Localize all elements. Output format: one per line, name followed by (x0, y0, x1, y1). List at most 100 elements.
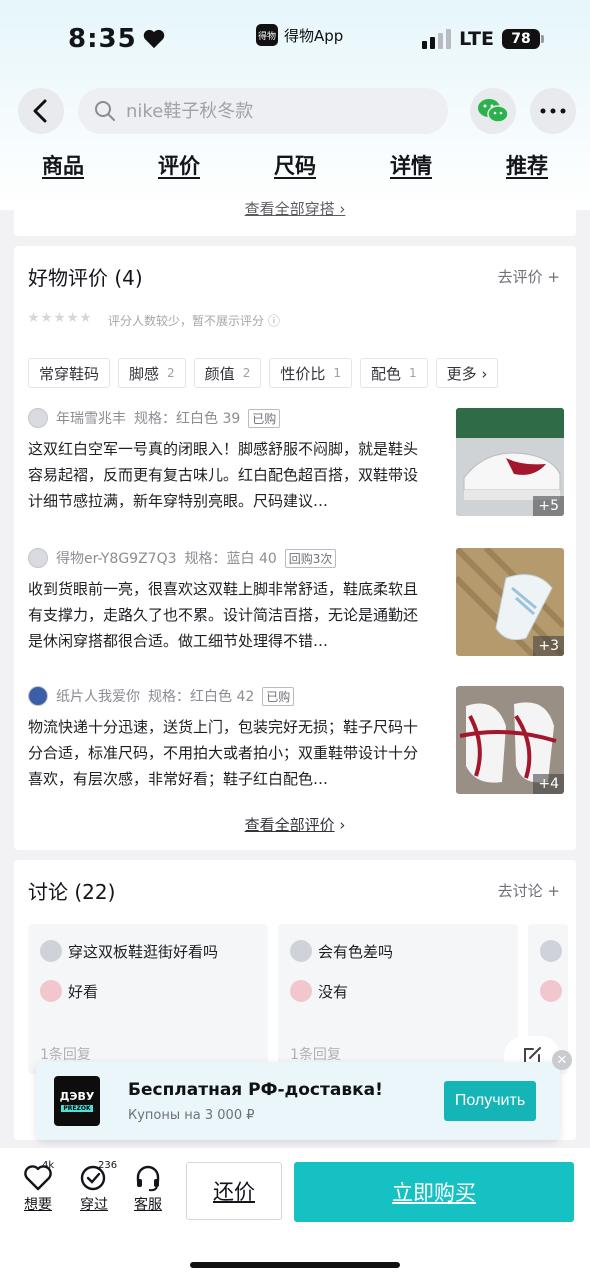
review-header: 纸片人我爱你 规格：红白色 42 已购 (28, 686, 295, 706)
avatar (28, 686, 48, 706)
back-button[interactable] (18, 88, 64, 134)
chip-label: 配色 (370, 364, 401, 383)
chip-more[interactable]: 更多 › (435, 358, 499, 388)
banner-close-button[interactable]: ✕ (552, 1050, 572, 1070)
avatar (40, 980, 62, 1002)
discussion-title: 讨论 (22) (28, 880, 116, 904)
want-count: 4k (42, 1160, 55, 1171)
review-text: 这双红白空军一号真的闭眼入！脚感舒服不闷脚，就是鞋头容易起褶，反而更有复古味儿。… (28, 440, 419, 510)
chip-label: 常穿鞋码 (39, 364, 100, 383)
chip-colorway[interactable]: 配色 1 (359, 358, 428, 388)
chip-count: 2 (167, 366, 175, 380)
brand-logo: ДЭВУ PREZOK (54, 1076, 100, 1126)
tab-size[interactable]: 尺码 (274, 150, 316, 200)
tab-product[interactable]: 商品 (42, 150, 84, 214)
star-icon (28, 312, 39, 323)
avatar (290, 980, 312, 1002)
discussion-list: 穿这双板鞋逛街好看吗 好看 1条回复 会有色差吗 没有 1条回复 (28, 924, 568, 1074)
review-item[interactable]: 纸片人我爱你 规格：红白色 42 已购 物流快递十分迅速，送货上门，包装完好无损… (28, 686, 564, 796)
want-button[interactable]: 4k 想要 (16, 1160, 60, 1214)
purchase-badge: 已购 (262, 686, 295, 706)
reviews-title: 好物评价 (4) (28, 266, 143, 290)
reply-count: 1条回复 (290, 1047, 341, 1063)
start-discussion-button[interactable]: 去讨论 + (498, 880, 560, 901)
review-photo[interactable]: +4 (456, 686, 564, 794)
purchase-badge: 已购 (248, 408, 281, 428)
rating-note: 评分人数较少，暂不展示评分 ⓘ (108, 314, 280, 328)
review-username: 年瑞雪兆丰 (56, 411, 126, 427)
chip-usual-size[interactable]: 常穿鞋码 (28, 358, 111, 388)
see-all-reviews-link[interactable]: 查看全部评价 › (14, 814, 576, 835)
battery-icon: 78 (502, 29, 544, 49)
rating-stars (28, 312, 91, 323)
worn-label: 穿过 (80, 1197, 108, 1213)
review-text: 物流快递十分迅速，送货上门，包装完好无损；鞋子尺码十分合适，标准尺码，不用拍大或… (28, 718, 419, 788)
search-bar[interactable] (78, 88, 448, 134)
star-icon (54, 312, 65, 323)
banner-title: Бесплатная РФ-доставка! (128, 1080, 383, 1100)
chip-value[interactable]: 性价比 1 (269, 358, 352, 388)
outfits-card: 查看全部穿搭 › (14, 200, 576, 236)
bargain-button[interactable]: 还价 (186, 1162, 282, 1220)
wechat-share-button[interactable] (470, 88, 516, 134)
ellipsis-icon (540, 108, 566, 114)
customer-service-button[interactable]: 客服 (126, 1164, 170, 1214)
discussion-answer (540, 980, 562, 1002)
avatar (540, 940, 562, 962)
app-logo-icon: 得物 (256, 24, 278, 46)
question-text: 穿这双板鞋逛街好看吗 (68, 942, 219, 961)
see-all-reviews-label: 查看全部评价 (244, 816, 335, 834)
review-text: 收到货眼前一亮，很喜欢这双鞋上脚非常舒适，鞋底柔软且有支撑力，走路久了也不累。设… (28, 580, 419, 650)
tab-details[interactable]: 详情 (390, 150, 432, 200)
review-header: 年瑞雪兆丰 规格：红白色 39 已购 (28, 408, 281, 428)
time-text: 8:35 (68, 24, 137, 54)
avatar (40, 940, 62, 962)
see-all-outfits-link[interactable]: 查看全部穿搭 › (245, 198, 346, 219)
brand-logo-sub: PREZOK (61, 1105, 93, 1112)
wechat-icon (478, 99, 509, 123)
discussion-item[interactable]: 会有色差吗 没有 1条回复 (278, 924, 518, 1074)
chip-label: 颜值 (204, 364, 235, 383)
app-indicator: 得物 得物App (256, 24, 343, 46)
discussion-answer: 好看 (40, 980, 98, 1002)
buy-now-button[interactable]: 立即购买 (294, 1162, 574, 1222)
chip-count: 1 (409, 366, 417, 380)
chip-comfort[interactable]: 脚感 2 (118, 358, 186, 388)
reply-count: 1条回复 (40, 1047, 91, 1063)
network-label: LTE (459, 28, 494, 50)
star-icon (67, 312, 78, 323)
review-spec: 规格：蓝白 40 (184, 551, 277, 567)
service-label: 客服 (134, 1197, 162, 1213)
status-time: 8:35 (68, 24, 165, 54)
banner-get-button[interactable]: Получить (444, 1081, 536, 1121)
review-photo[interactable]: +5 (456, 408, 564, 516)
headset-icon (136, 1165, 160, 1192)
question-text: 会有色差吗 (318, 942, 394, 961)
search-input[interactable] (126, 100, 426, 122)
chip-count: 1 (333, 366, 341, 380)
discussion-item[interactable]: 穿这双板鞋逛街好看吗 好看 1条回复 (28, 924, 268, 1074)
review-item[interactable]: 得物er-Y8G9Z7Q3 规格：蓝白 40 回购3次 收到货眼前一亮，很喜欢这… (28, 548, 564, 658)
heart-icon (143, 29, 164, 49)
chevron-left-icon (33, 99, 47, 123)
tab-reviews[interactable]: 评价 (158, 150, 200, 200)
bottom-action-bar: 4k 想要 236 穿过 客服 还价 立即购买 (0, 1148, 590, 1280)
worn-button[interactable]: 236 穿过 (72, 1160, 117, 1214)
chip-looks[interactable]: 颜值 2 (193, 358, 262, 388)
close-icon: ✕ (556, 1052, 568, 1068)
review-photo[interactable]: +3 (456, 548, 564, 656)
avatar (28, 408, 48, 428)
more-options-button[interactable] (530, 88, 576, 134)
discussion-question: 会有色差吗 (290, 940, 393, 962)
discussion-question (540, 940, 562, 962)
answer-text: 没有 (318, 982, 349, 1001)
banner-subtitle: Купоны на 3 000 ₽ (128, 1108, 255, 1123)
chip-label: 更多 › (446, 364, 488, 383)
review-username: 得物er-Y8G9Z7Q3 (56, 551, 177, 567)
tab-recommend[interactable]: 推荐 (506, 150, 548, 200)
write-review-button[interactable]: 去评价 + (498, 266, 560, 287)
promo-banner[interactable]: ДЭВУ PREZOK Бесплатная РФ-доставка! Купо… (36, 1062, 560, 1140)
more-photos-count: +3 (533, 636, 564, 656)
more-photos-count: +5 (533, 496, 564, 516)
review-item[interactable]: 年瑞雪兆丰 规格：红白色 39 已购 这双红白空军一号真的闭眼入！脚感舒服不闷脚… (28, 408, 564, 518)
